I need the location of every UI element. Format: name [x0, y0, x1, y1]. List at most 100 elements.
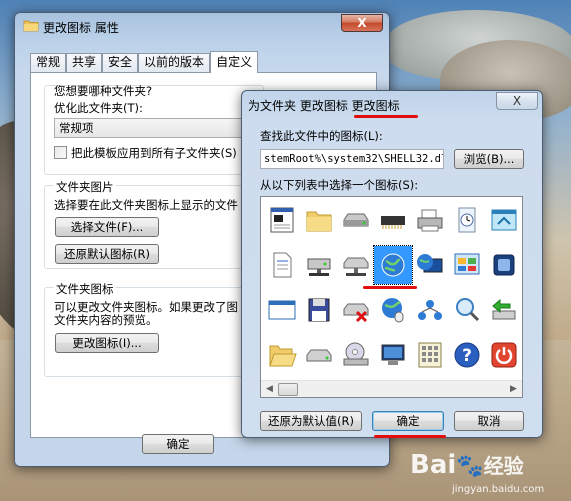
- network-drive-icon: [307, 258, 331, 276]
- icon-option[interactable]: [263, 201, 301, 239]
- svg-text:?: ?: [462, 346, 472, 366]
- folder-open-icon: [269, 345, 297, 367]
- icon-option[interactable]: [263, 246, 301, 284]
- icon-option[interactable]: [337, 201, 375, 239]
- folder-icon-heading: 文件夹图标: [54, 281, 116, 297]
- scroll-left-icon[interactable]: ◀: [261, 381, 278, 397]
- power-icon: [491, 342, 517, 368]
- drive-x-icon: [343, 303, 369, 323]
- dialog-title: 为文件夹 更改图标 更改图标: [248, 99, 400, 113]
- tab-sharing[interactable]: 共享: [66, 53, 103, 72]
- close-button[interactable]: X: [341, 14, 383, 32]
- icon-option[interactable]: [448, 201, 486, 239]
- icon-option[interactable]: ?: [448, 336, 486, 374]
- icon-list-label: 从以下列表中选择一个图标(S):: [260, 178, 419, 192]
- monitor-icon: [381, 344, 405, 365]
- globe-mouse-icon: [382, 298, 404, 323]
- cancel-button[interactable]: 取消: [454, 411, 524, 431]
- clock-icon: [458, 207, 476, 233]
- tab-bar: 常规 共享 安全 以前的版本 自定义: [30, 51, 259, 73]
- icon-option[interactable]: [263, 336, 301, 374]
- icon-option[interactable]: [448, 246, 486, 284]
- tab-customize[interactable]: 自定义: [210, 51, 259, 73]
- watermark-url: jingyan.baidu.com: [452, 484, 545, 495]
- icon-option[interactable]: [485, 336, 522, 374]
- annotation-underline: [363, 286, 417, 289]
- title-bar[interactable]: 更改图标 属性 X: [15, 13, 389, 39]
- folder-type-heading: 您想要哪种文件夹?: [54, 84, 153, 98]
- scroll-thumb[interactable]: [278, 383, 298, 396]
- cube-icon: [493, 254, 515, 276]
- drive-flat-icon: [306, 349, 332, 362]
- apply-template-label: 把此模板应用到所有子文件夹(S): [71, 146, 237, 160]
- dialog-title-bar[interactable]: 为文件夹 更改图标 更改图标 X: [242, 91, 542, 117]
- icon-option[interactable]: [263, 291, 301, 329]
- icon-option[interactable]: [485, 291, 522, 329]
- dialog-close-button[interactable]: X: [496, 92, 538, 110]
- choose-file-button[interactable]: 选择文件(F)...: [55, 217, 159, 237]
- apply-template-checkbox[interactable]: [54, 146, 67, 159]
- floppy-icon: [308, 298, 330, 322]
- icon-option[interactable]: [485, 201, 522, 239]
- window-arrow-icon: [491, 209, 517, 231]
- globe-icon: [381, 253, 405, 277]
- window-text-icon: [270, 207, 294, 233]
- optimize-label: 优化此文件夹(T):: [54, 101, 143, 115]
- horizontal-scrollbar[interactable]: ◀ ▶: [261, 380, 522, 397]
- icon-option[interactable]: [300, 291, 338, 329]
- restore-defaults-button[interactable]: 还原为默认值(R): [260, 411, 362, 431]
- icon-option[interactable]: [337, 246, 375, 284]
- icon-option[interactable]: [411, 336, 449, 374]
- watermark-logo: Bai🐾经验: [410, 450, 524, 480]
- icon-option[interactable]: [374, 201, 412, 239]
- folder-picture-heading: 文件夹图片: [54, 179, 116, 195]
- icon-option[interactable]: [411, 246, 449, 284]
- icon-option[interactable]: [373, 245, 413, 285]
- icon-option[interactable]: [337, 336, 375, 374]
- cd-drive-icon: [343, 342, 369, 366]
- memory-chip-icon: [381, 216, 405, 229]
- network-users-icon: [418, 300, 442, 320]
- folder-icon-desc-2: 文件夹内容的预览。: [54, 313, 158, 327]
- ok-button[interactable]: 确定: [142, 434, 214, 454]
- folder-icon: [23, 20, 39, 32]
- restore-default-button[interactable]: 还原默认图标(R): [55, 244, 159, 264]
- optimize-select[interactable]: 常规项: [54, 118, 244, 138]
- icon-option[interactable]: [300, 201, 338, 239]
- document-icon: [273, 252, 292, 278]
- icon-option[interactable]: [448, 291, 486, 329]
- control-panel-icon: [454, 253, 480, 275]
- printer-icon: [417, 209, 443, 232]
- window-title: 更改图标 属性: [43, 21, 119, 35]
- change-icon-button[interactable]: 更改图标(I)...: [55, 333, 159, 353]
- icon-option[interactable]: [374, 336, 412, 374]
- keypad-icon: [418, 342, 442, 368]
- folder-icon: [306, 211, 332, 232]
- folder-picture-desc: 选择要在此文件夹图标上显示的文件: [54, 198, 238, 212]
- browse-button[interactable]: 浏览(B)...: [454, 149, 524, 169]
- find-icons-label: 查找此文件中的图标(L):: [260, 129, 383, 143]
- annotation-underline: [374, 435, 446, 438]
- icon-option[interactable]: [337, 291, 375, 329]
- icon-path-input[interactable]: stemRoot%\system32\SHELL32.dll: [260, 149, 444, 169]
- window-blank-icon: [268, 300, 296, 320]
- icon-option[interactable]: [411, 201, 449, 239]
- icon-option[interactable]: [485, 246, 522, 284]
- icon-option[interactable]: [300, 336, 338, 374]
- help-icon: ?: [454, 342, 480, 368]
- drive-icon: [343, 213, 369, 227]
- globe-monitor-icon: [417, 254, 443, 273]
- icon-option[interactable]: [411, 291, 449, 329]
- change-icon-dialog: 为文件夹 更改图标 更改图标 X 查找此文件中的图标(L): stemRoot%…: [241, 90, 543, 438]
- tab-previous-versions[interactable]: 以前的版本: [138, 53, 211, 72]
- tab-security[interactable]: 安全: [102, 53, 139, 72]
- icon-list[interactable]: ? ◀ ▶: [260, 196, 523, 398]
- icon-option[interactable]: [374, 291, 412, 329]
- magnifier-icon: [456, 298, 480, 322]
- icon-option[interactable]: [300, 246, 338, 284]
- dialog-ok-button[interactable]: 确定: [372, 411, 444, 431]
- tab-general[interactable]: 常规: [30, 53, 67, 72]
- scroll-right-icon[interactable]: ▶: [505, 381, 522, 397]
- annotation-underline: [354, 115, 418, 118]
- network-drive-2-icon: [343, 257, 369, 276]
